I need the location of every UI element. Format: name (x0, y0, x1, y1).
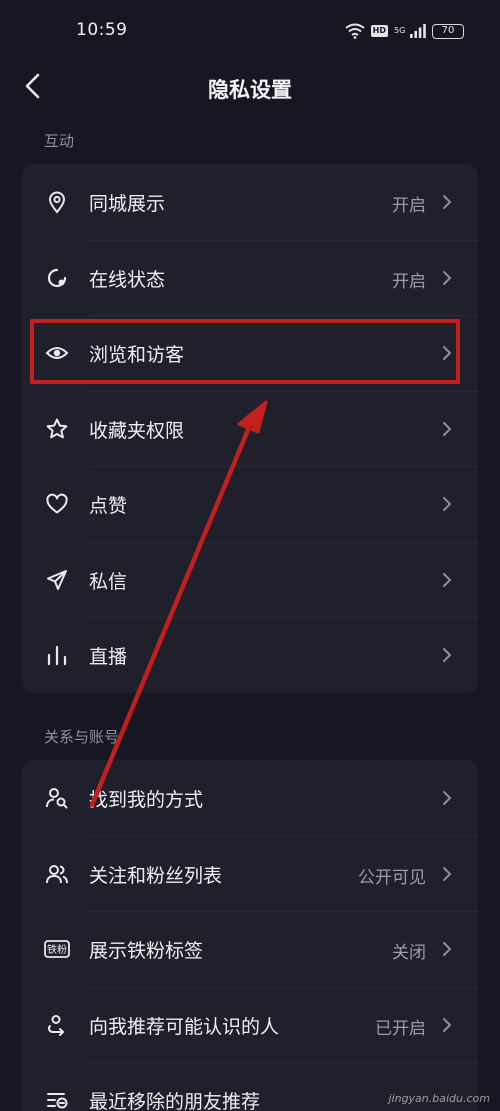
chevron-right-icon (443, 572, 452, 587)
row-live-streaming[interactable]: 直播 (22, 617, 478, 693)
status-icons: HD 5G 70 (345, 21, 464, 41)
page-title: 隐私设置 (208, 78, 292, 102)
row-value: 公开可见 (358, 867, 426, 888)
row-likes[interactable]: 点赞 (22, 466, 478, 542)
row-label: 收藏夹权限 (89, 419, 185, 442)
live-bars-icon (44, 642, 70, 668)
row-label: 展示铁粉标签 (89, 940, 204, 962)
row-online-status[interactable]: 在线状态 开启 (22, 239, 478, 316)
row-direct-messages[interactable]: 私信 (22, 541, 478, 618)
row-find-me[interactable]: 找到我的方式 (22, 760, 478, 836)
status-time: 10:59 (76, 20, 128, 40)
chevron-right-icon (443, 1017, 452, 1032)
recommend-people-icon (44, 1012, 70, 1038)
watermark: jingyan.baidu.com (388, 1092, 490, 1105)
row-label: 找到我的方式 (89, 789, 204, 811)
chevron-right-icon (443, 866, 452, 881)
user-search-icon (44, 785, 70, 811)
row-recommend-people[interactable]: 向我推荐可能认识的人 已开启 (22, 986, 478, 1063)
chevron-right-icon (443, 421, 452, 436)
row-value: 关闭 (392, 943, 426, 963)
send-icon (44, 567, 70, 593)
row-label: 私信 (89, 570, 128, 593)
row-following-followers[interactable]: 关注和粉丝列表 公开可见 (22, 835, 478, 912)
row-label: 关注和粉丝列表 (89, 864, 223, 887)
chevron-right-icon (443, 195, 452, 209)
section-label-relations: 关系与账号 (44, 728, 120, 746)
row-value: 开启 (392, 271, 426, 292)
row-label: 同城展示 (89, 193, 166, 215)
fan-badge-text: 铁粉 (47, 943, 67, 956)
row-value: 开启 (392, 196, 426, 216)
signal-icon (410, 24, 426, 38)
row-favorites-permission[interactable]: 收藏夹权限 (22, 390, 478, 467)
fan-badge-icon: 铁粉 (44, 936, 70, 962)
row-value: 已开启 (375, 1018, 426, 1039)
row-label: 直播 (89, 646, 128, 668)
heart-icon (44, 491, 70, 517)
wifi-icon (345, 23, 365, 39)
chevron-right-icon (443, 648, 452, 662)
online-status-icon (44, 265, 70, 291)
nav-bar: 隐私设置 (0, 62, 500, 112)
row-label: 点赞 (89, 495, 128, 517)
row-label: 在线状态 (89, 268, 166, 291)
settings-card-interaction: 同城展示 开启 在线状态 开启 浏览和访客 收藏夹权限 点赞 私信 直播 (22, 164, 478, 693)
annotation-highlight-box (30, 319, 460, 384)
network-type: 5G (394, 26, 406, 35)
hd-badge: HD (370, 25, 388, 37)
battery-indicator: 70 (432, 23, 464, 39)
chevron-right-icon (443, 270, 452, 285)
row-label: 向我推荐可能认识的人 (89, 1015, 280, 1038)
row-nearby-display[interactable]: 同城展示 开启 (22, 164, 478, 240)
row-fan-badge[interactable]: 铁粉 展示铁粉标签 关闭 (22, 911, 478, 987)
chevron-right-icon (443, 497, 452, 511)
settings-card-relations: 找到我的方式 关注和粉丝列表 公开可见 铁粉 展示铁粉标签 关闭 向我推荐可能认… (22, 760, 478, 1111)
chevron-right-icon (443, 942, 452, 956)
removed-list-icon (44, 1087, 70, 1111)
star-icon (44, 416, 70, 442)
status-bar: 10:59 HD 5G 70 (0, 0, 500, 62)
location-pin-icon (44, 189, 70, 215)
users-icon (44, 861, 70, 887)
row-label: 最近移除的朋友推荐 (89, 1091, 261, 1111)
section-label-interaction: 互动 (44, 132, 75, 150)
chevron-right-icon (443, 791, 452, 805)
